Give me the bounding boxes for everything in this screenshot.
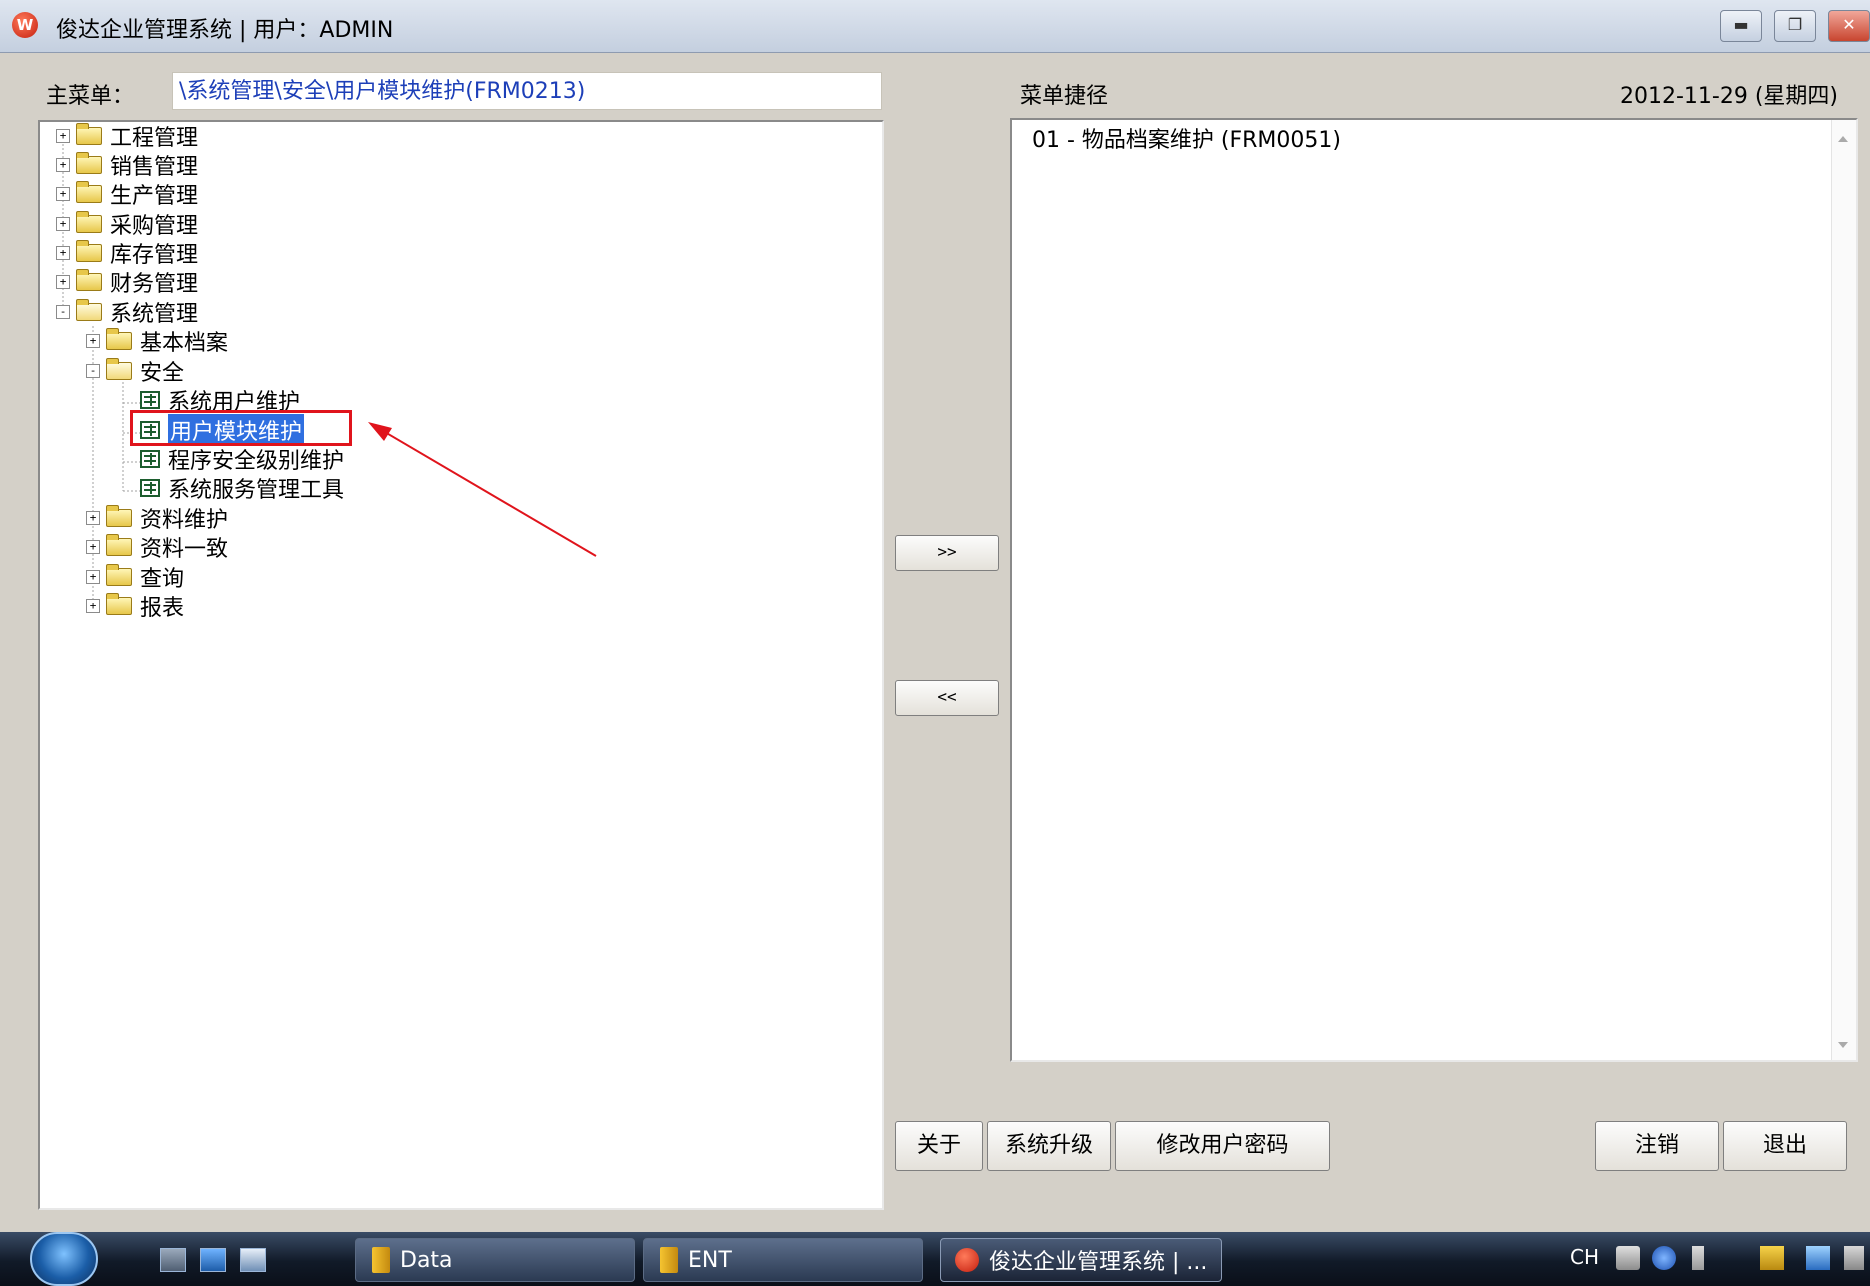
taskbar-item-label: 俊达企业管理系统 | ... — [989, 1250, 1208, 1275]
logout-button[interactable]: 注销 — [1595, 1121, 1719, 1171]
volume-muted-icon[interactable] — [1844, 1246, 1864, 1270]
switch-windows-icon[interactable] — [240, 1248, 266, 1272]
folder-icon — [660, 1247, 678, 1273]
network-icon[interactable] — [1806, 1246, 1830, 1270]
options-icon[interactable] — [1692, 1246, 1704, 1270]
start-button[interactable] — [30, 1232, 98, 1286]
system-upgrade-button[interactable]: 系统升级 — [987, 1121, 1111, 1171]
change-password-button[interactable]: 修改用户密码 — [1115, 1121, 1330, 1171]
quick-launch-window-icon[interactable] — [200, 1248, 226, 1272]
app-logo-icon — [955, 1248, 979, 1272]
taskbar-item-ent[interactable]: ENT — [643, 1238, 923, 1282]
shortcut-scrollbar[interactable] — [1831, 120, 1856, 1060]
shortcut-list[interactable] — [1010, 118, 1858, 1062]
shortcut-list-item[interactable]: 01 - 物品档案维护 (FRM0051) — [1032, 122, 1341, 154]
taskbar-item-label: ENT — [688, 1247, 732, 1273]
keyboard-icon[interactable] — [1616, 1246, 1640, 1270]
taskbar-item-erp[interactable]: 俊达企业管理系统 | ... — [940, 1238, 1222, 1282]
scroll-down-icon[interactable] — [1838, 1042, 1848, 1048]
help-icon[interactable] — [1652, 1246, 1676, 1270]
about-button[interactable]: 关于 — [895, 1121, 983, 1171]
scroll-up-icon[interactable] — [1838, 136, 1848, 142]
security-shield-icon[interactable] — [1760, 1246, 1784, 1270]
remove-shortcut-button[interactable]: << — [895, 680, 999, 716]
taskbar-item-data[interactable]: Data — [355, 1238, 635, 1282]
language-indicator[interactable]: CH — [1570, 1245, 1599, 1269]
folder-icon — [372, 1247, 390, 1273]
add-shortcut-button[interactable]: >> — [895, 535, 999, 571]
exit-button[interactable]: 退出 — [1723, 1121, 1847, 1171]
show-desktop-icon[interactable] — [160, 1248, 186, 1272]
taskbar-item-label: Data — [400, 1247, 453, 1273]
